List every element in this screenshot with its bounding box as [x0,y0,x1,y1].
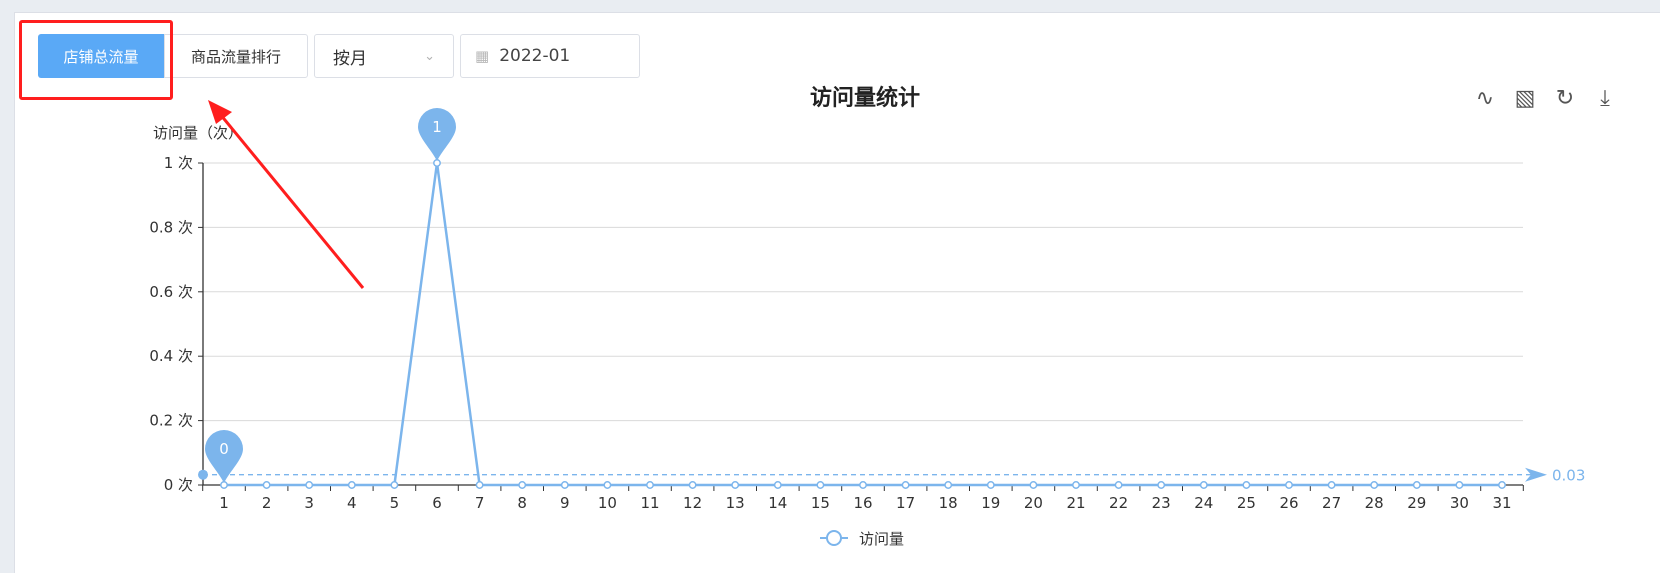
x-tick-label: 31 [1492,494,1511,512]
data-point [1412,481,1421,489]
x-tick-label: 15 [811,494,830,512]
data-point [475,481,484,489]
x-tick-label: 27 [1322,494,1341,512]
data-point [944,481,953,489]
x-tick-label: 23 [1152,494,1171,512]
data-point [986,481,995,489]
x-tick-label: 6 [432,494,442,512]
x-tick-label: 28 [1365,494,1384,512]
x-tick-label: 22 [1109,494,1128,512]
x-tick-label: 21 [1066,494,1085,512]
mark-line-label: 0.03 [1552,467,1585,485]
y-tick-label: 0 次 [164,476,193,494]
data-point [1498,481,1506,489]
x-tick-label: 1 [219,494,229,512]
x-tick-label: 24 [1194,494,1213,512]
y-tick-label: 0.2 次 [149,412,193,430]
legend-symbol [826,530,842,546]
data-point [1455,481,1464,489]
data-point [603,481,612,489]
y-tick-label: 0.6 次 [149,283,193,301]
mark-point-label: 0 [219,440,229,458]
x-tick-label: 9 [560,494,570,512]
data-point [390,481,399,489]
data-point [560,481,569,489]
data-point [1157,481,1166,489]
x-tick-label: 17 [896,494,915,512]
x-tick-label: 30 [1450,494,1469,512]
data-point [1114,481,1123,489]
x-tick-label: 26 [1279,494,1298,512]
data-point [1370,481,1379,489]
data-point [901,481,910,489]
x-tick-label: 12 [683,494,702,512]
x-tick-label: 10 [598,494,617,512]
x-tick-label: 16 [853,494,872,512]
mark-line-start-dot [198,469,208,480]
x-tick-label: 4 [347,494,357,512]
data-point [688,481,697,489]
x-tick-label: 19 [981,494,1000,512]
data-point [518,481,527,489]
series-line [224,162,1502,487]
x-tick-label: 7 [475,494,485,512]
y-tick-label: 0.8 次 [149,218,193,236]
data-point [1327,481,1336,489]
data-point [816,481,825,489]
legend-label: 访问量 [859,530,904,548]
data-point [859,481,867,489]
y-tick-label: 0.4 次 [149,347,193,365]
x-tick-label: 11 [640,494,659,512]
x-tick-label: 5 [390,494,400,512]
data-point [1029,481,1038,489]
x-tick-label: 14 [768,494,787,512]
x-tick-label: 29 [1407,494,1426,512]
data-point [305,481,314,489]
mark-point-label: 1 [432,118,442,136]
data-point [262,481,271,489]
x-tick-label: 3 [304,494,314,512]
x-tick-label: 13 [726,494,745,512]
data-point [1242,481,1251,489]
y-tick-label: 1 次 [164,154,193,172]
data-point [773,481,782,489]
data-point [1072,481,1080,489]
data-point [731,481,740,489]
annotation-arrow-shaft [218,113,365,289]
annotation-arrow-head [208,100,232,124]
data-point [1199,481,1208,489]
x-tick-label: 2 [262,494,272,512]
data-point [347,481,356,489]
x-tick-label: 20 [1024,494,1043,512]
data-point [1285,481,1293,489]
x-tick-label: 18 [939,494,958,512]
x-tick-label: 25 [1237,494,1256,512]
line-chart: 0 次0.2 次0.4 次0.6 次0.8 次1 次访问量（次）1 2 3 4 5 6 7 8… [149,100,1585,548]
x-tick-label: 8 [517,494,527,512]
data-point [646,481,654,489]
